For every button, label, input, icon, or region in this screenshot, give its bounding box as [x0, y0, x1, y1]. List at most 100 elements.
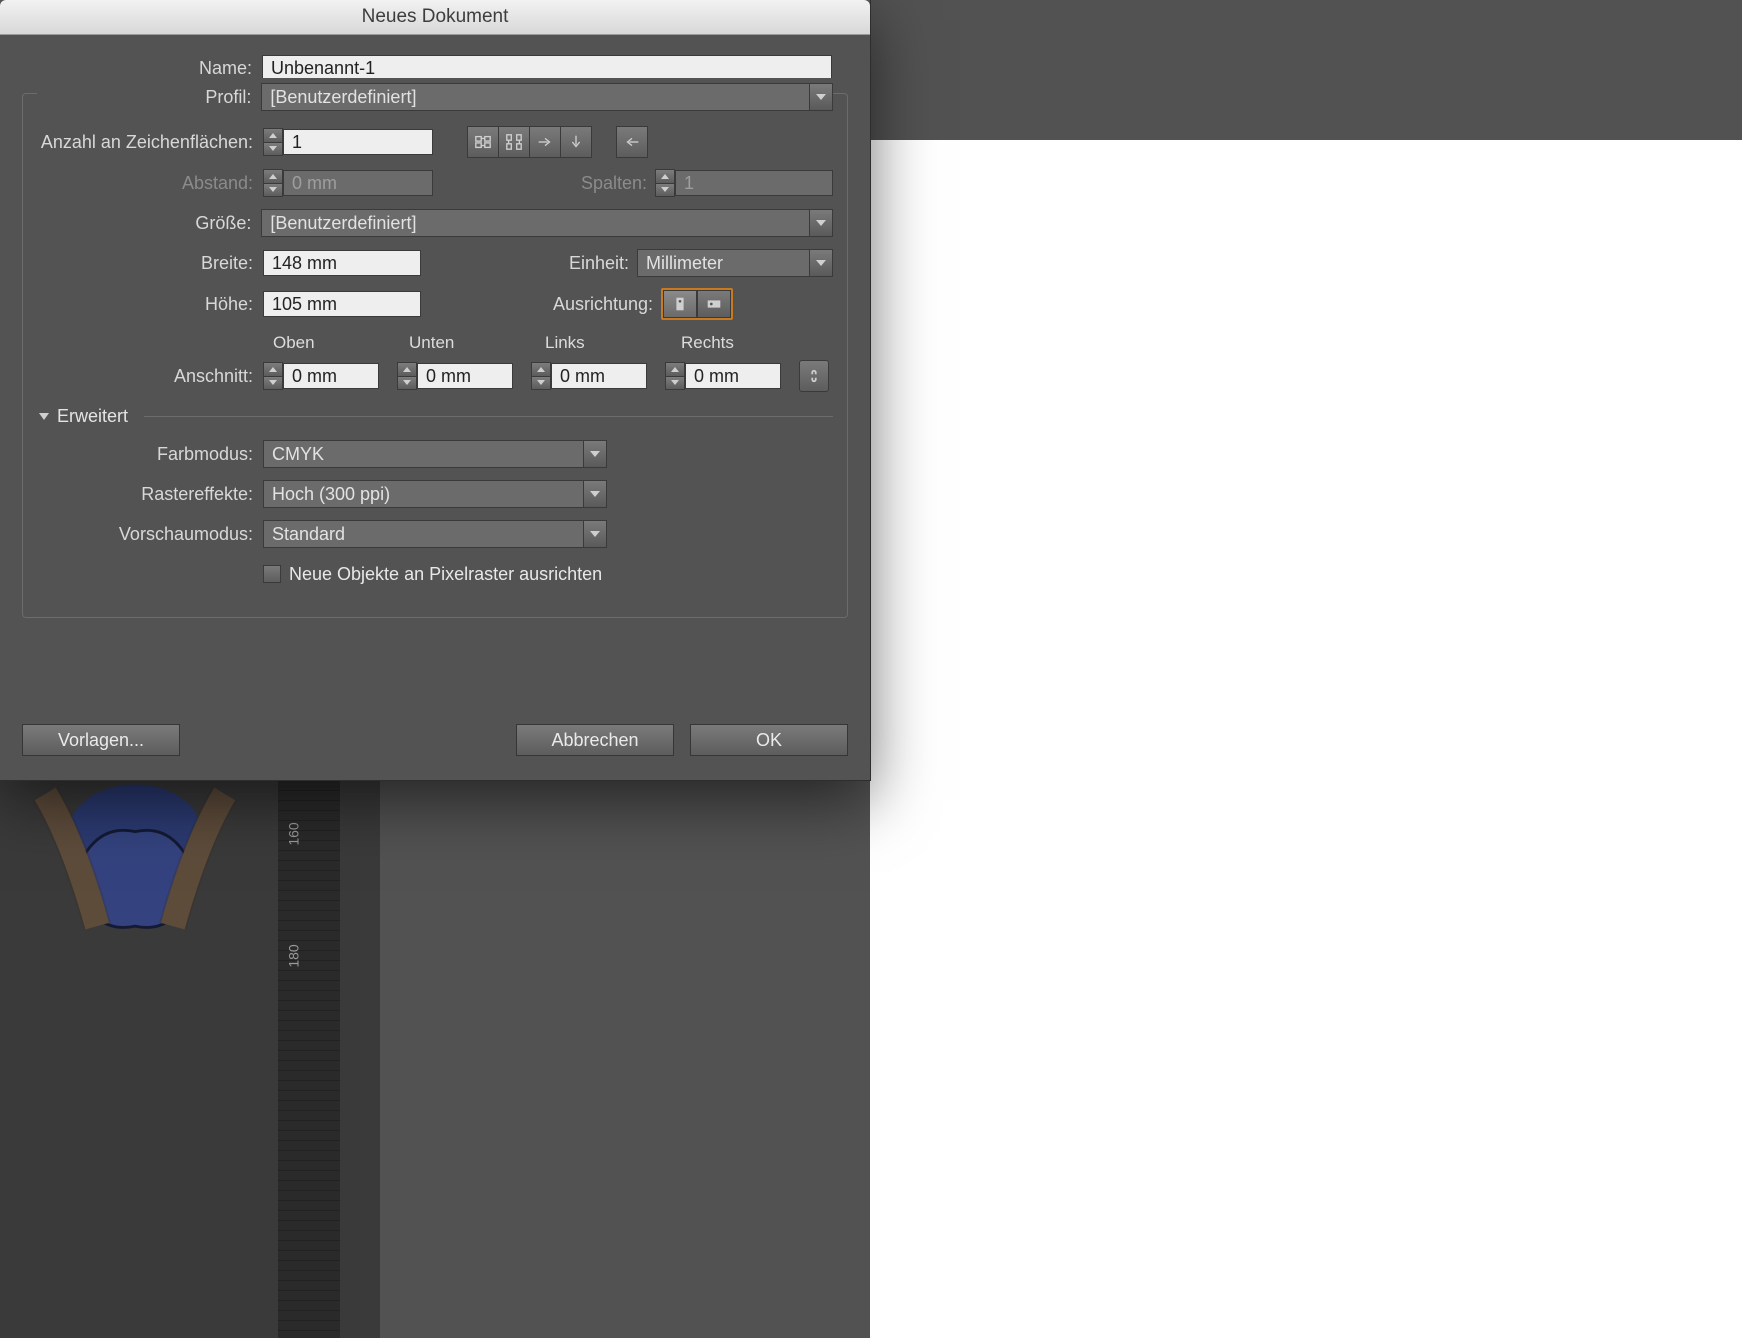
units-label: Einheit: — [569, 253, 637, 274]
dialog-title: Neues Dokument — [362, 6, 509, 28]
stepper-down-icon[interactable] — [665, 376, 685, 391]
bleed-right-value: 0 mm — [694, 363, 739, 389]
stepper-up-icon[interactable] — [263, 128, 283, 142]
bleed-label: Anschnitt: — [37, 366, 263, 387]
preview-value: Standard — [272, 524, 345, 545]
bleed-bottom-label: Unten — [409, 333, 525, 353]
raster-label: Rastereffekte: — [37, 484, 263, 505]
bleed-left-input[interactable]: 0 mm — [551, 363, 647, 389]
stepper-up-icon — [263, 169, 283, 183]
height-input[interactable]: 105 mm — [263, 291, 421, 317]
stepper-down-icon[interactable] — [263, 142, 283, 157]
spacing-value: 0 mm — [292, 170, 337, 196]
arrange-row-left-icon[interactable] — [616, 126, 648, 158]
vertical-ruler: 160 180 — [278, 780, 340, 1338]
cancel-button-label: Abbrechen — [551, 730, 638, 751]
orientation-portrait-button[interactable] — [663, 290, 697, 318]
stepper-down-icon — [655, 183, 675, 198]
height-value: 105 mm — [272, 291, 337, 317]
artboards-stepper[interactable] — [263, 128, 283, 156]
spacing-label: Abstand: — [37, 173, 263, 194]
size-label: Größe: — [37, 213, 261, 234]
preview-dropdown[interactable]: Standard — [263, 520, 607, 548]
new-document-dialog: Neues Dokument Name: Unbenannt-1 Profil:… — [0, 0, 871, 781]
disclosure-triangle-icon — [39, 413, 49, 420]
advanced-header[interactable]: Erweitert — [39, 406, 833, 427]
columns-input: 1 — [675, 170, 833, 196]
size-dropdown[interactable]: [Benutzerdefiniert] — [261, 209, 833, 237]
chevron-down-icon[interactable] — [583, 480, 607, 508]
units-value: Millimeter — [646, 253, 723, 274]
dialog-body: Name: Unbenannt-1 Profil: [Benutzerdefin… — [0, 35, 870, 706]
bleed-bottom-stepper[interactable] — [397, 362, 417, 390]
bleed-top-label: Oben — [273, 333, 389, 353]
pixel-align-checkbox[interactable] — [263, 565, 281, 583]
bleed-right-label: Rechts — [681, 333, 797, 353]
bleed-right-input[interactable]: 0 mm — [685, 363, 781, 389]
arrange-row-right-icon[interactable] — [529, 126, 561, 158]
chevron-down-icon[interactable] — [583, 520, 607, 548]
profile-dropdown[interactable]: [Benutzerdefiniert] — [261, 83, 833, 111]
stepper-down-icon — [263, 183, 283, 198]
spacing-input: 0 mm — [283, 170, 433, 196]
units-dropdown[interactable]: Millimeter — [637, 249, 833, 277]
raster-value: Hoch (300 ppi) — [272, 484, 390, 505]
bleed-right-stepper[interactable] — [665, 362, 685, 390]
profile-value: [Benutzerdefiniert] — [270, 87, 416, 108]
artboards-input[interactable]: 1 — [283, 129, 433, 155]
bleed-left-label: Links — [545, 333, 661, 353]
bleed-bottom-input[interactable]: 0 mm — [417, 363, 513, 389]
stepper-down-icon[interactable] — [531, 376, 551, 391]
chevron-down-icon[interactable] — [583, 440, 607, 468]
cancel-button[interactable]: Abbrechen — [516, 724, 674, 756]
settings-group: Profil: [Benutzerdefiniert] Anzahl an Ze… — [22, 93, 848, 618]
arrange-col-down-icon[interactable] — [560, 126, 592, 158]
artboards-value: 1 — [292, 129, 302, 155]
profile-label: Profil: — [37, 87, 261, 108]
stepper-down-icon[interactable] — [263, 376, 283, 391]
chevron-down-icon[interactable] — [809, 83, 833, 111]
chevron-down-icon[interactable] — [809, 249, 833, 277]
templates-button[interactable]: Vorlagen... — [22, 724, 180, 756]
colormode-label: Farbmodus: — [37, 444, 263, 465]
bleed-top-stepper[interactable] — [263, 362, 283, 390]
templates-button-label: Vorlagen... — [58, 730, 144, 751]
bleed-left-value: 0 mm — [560, 363, 605, 389]
height-label: Höhe: — [37, 294, 263, 315]
stepper-up-icon[interactable] — [665, 362, 685, 376]
bleed-top-input[interactable]: 0 mm — [283, 363, 379, 389]
columns-stepper — [655, 169, 675, 197]
bleed-bottom-value: 0 mm — [426, 363, 471, 389]
width-label: Breite: — [37, 253, 263, 274]
workspace-right-blank — [870, 140, 1742, 1338]
width-value: 148 mm — [272, 250, 337, 276]
stepper-up-icon[interactable] — [531, 362, 551, 376]
bleed-left-stepper[interactable] — [531, 362, 551, 390]
chevron-down-icon[interactable] — [809, 209, 833, 237]
preview-label: Vorschaumodus: — [37, 524, 263, 545]
orientation-group — [661, 288, 733, 320]
ok-button[interactable]: OK — [690, 724, 848, 756]
artboard-arrangement-group — [467, 126, 592, 158]
advanced-label: Erweitert — [57, 406, 128, 427]
colormode-dropdown[interactable]: CMYK — [263, 440, 607, 468]
dialog-titlebar: Neues Dokument — [0, 0, 870, 35]
divider — [144, 416, 833, 417]
columns-label: Spalten: — [581, 173, 655, 194]
size-value: [Benutzerdefiniert] — [270, 213, 416, 234]
stepper-down-icon[interactable] — [397, 376, 417, 391]
arrange-grid-row-icon[interactable] — [467, 126, 499, 158]
ruler-tick: 160 — [286, 822, 302, 845]
colormode-value: CMYK — [272, 444, 324, 465]
width-input[interactable]: 148 mm — [263, 250, 421, 276]
link-bleed-button[interactable] — [799, 360, 829, 392]
raster-dropdown[interactable]: Hoch (300 ppi) — [263, 480, 607, 508]
orientation-landscape-button[interactable] — [697, 290, 731, 318]
stepper-up-icon — [655, 169, 675, 183]
arrange-grid-col-icon[interactable] — [498, 126, 530, 158]
artwork-preview — [0, 775, 270, 945]
orientation-label: Ausrichtung: — [553, 294, 661, 315]
stepper-up-icon[interactable] — [397, 362, 417, 376]
stepper-up-icon[interactable] — [263, 362, 283, 376]
ok-button-label: OK — [756, 730, 782, 751]
